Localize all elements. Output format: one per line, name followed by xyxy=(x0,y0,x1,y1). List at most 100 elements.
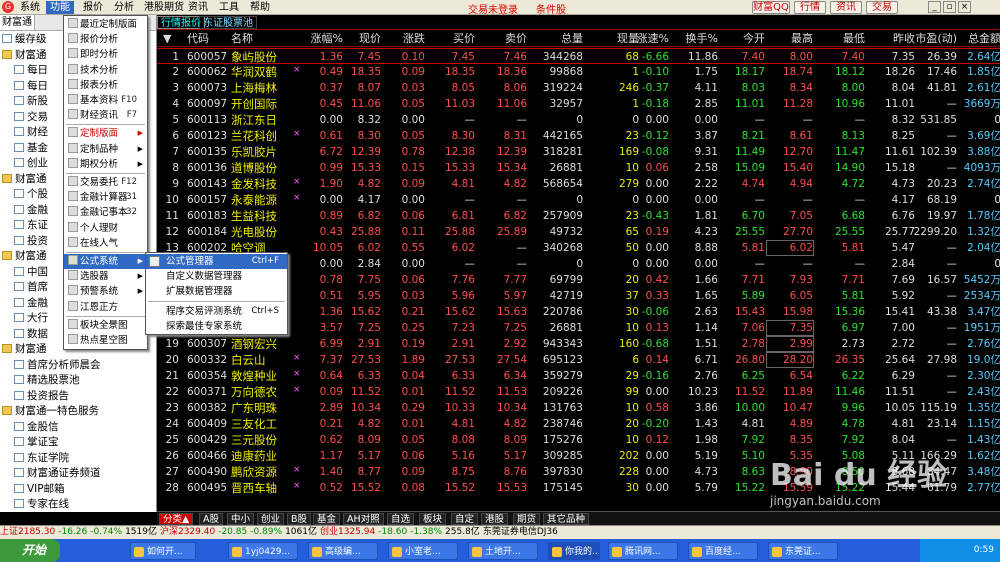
table-row[interactable]: 1 600057 象屿股份 1.36 7.45 0.10 7.45 7.46 344268 68-… xyxy=(157,48,1000,64)
close-icon[interactable]: × xyxy=(958,1,971,13)
minimize-icon[interactable]: _ xyxy=(928,1,941,13)
bottom-tab[interactable]: AH对照 xyxy=(343,513,384,525)
tree-node[interactable]: 精选股票池 xyxy=(0,373,156,389)
table-row[interactable]: 23 600382 广东明珠 2.89 10.34 0.29 10.33 10.34 13176… xyxy=(157,400,1000,416)
taskbar-item[interactable]: 高级编... xyxy=(308,542,378,560)
function-menu-item[interactable]: 交易委托 F12 xyxy=(64,175,147,190)
table-row[interactable]: 12 600184 光电股份 0.43 25.88 0.11 25.88 25.89 49732… xyxy=(157,224,1000,240)
menu-5[interactable]: 资讯 xyxy=(184,1,212,14)
tree-node[interactable]: VIP邮箱 xyxy=(0,482,156,498)
function-menu-item[interactable]: 基本资料 F10 xyxy=(64,93,147,108)
column-header[interactable]: 名称 xyxy=(231,32,291,46)
restore-icon[interactable]: ▫ xyxy=(943,1,956,13)
table-row[interactable]: 2 600062 华润双鹤 × 0.49 18.35 0.09 18.35 18.36 99868… xyxy=(157,64,1000,80)
column-header[interactable]: 涨跌 xyxy=(385,32,425,46)
bottom-tab[interactable]: 港股 xyxy=(481,513,509,525)
table-row[interactable]: 10 600157 永泰能源 × 0.00 4.17 0.00— —0 0 0.00 0.00— — —… xyxy=(157,192,1000,208)
bottom-tab[interactable]: 自选 xyxy=(387,513,415,525)
taskbar-item[interactable]: 小室老... xyxy=(388,542,458,560)
info-button[interactable]: 资讯 xyxy=(830,1,862,14)
bottom-tab[interactable]: 其它品种 xyxy=(543,513,590,525)
column-header[interactable]: 买价 xyxy=(425,32,475,46)
function-menu-item[interactable]: 在线人气 xyxy=(64,236,147,251)
function-menu-item[interactable]: 金融记事本 32 xyxy=(64,205,147,220)
condition-stock-link[interactable]: 条件股 xyxy=(536,1,566,16)
tab-stock-pool[interactable]: 东证股票池 xyxy=(199,16,257,29)
bottom-tab[interactable]: 期货 xyxy=(513,513,541,525)
menu-7[interactable]: 帮助 xyxy=(246,1,274,14)
menu-0[interactable]: 系统 xyxy=(16,1,44,14)
submenu-item[interactable]: 探索最佳专家系统 xyxy=(146,319,287,334)
function-menu-item[interactable]: 技术分析 xyxy=(64,63,147,78)
bottom-tab[interactable]: 分类▲ xyxy=(159,513,194,525)
tree-node[interactable]: 专家在线 xyxy=(0,497,156,512)
function-menu-item[interactable]: 报表分析 xyxy=(64,78,147,93)
function-menu-item[interactable]: 最近定制版面 xyxy=(64,17,147,32)
menu-4[interactable]: 港股期货 xyxy=(140,1,188,14)
function-menu-item[interactable]: 金融计算器 31 xyxy=(64,190,147,205)
column-header[interactable]: 今开 xyxy=(717,32,765,46)
function-menu-item[interactable]: 财经资讯 F7 xyxy=(64,108,147,123)
column-header-menu-icon[interactable]: ▼ xyxy=(163,32,175,46)
column-header[interactable]: 昨收 xyxy=(867,32,915,46)
submenu-item[interactable]: 扩展数据管理器 xyxy=(146,284,287,299)
function-menu-item[interactable]: 公式系统 ▶ xyxy=(64,254,147,269)
function-menu-item[interactable]: 选股器 ▶ xyxy=(64,269,147,284)
tab-quote[interactable]: 行情报价 xyxy=(157,16,205,29)
table-row[interactable]: 19 600307 酒钢宏兴 6.99 2.91 0.19 2.91 2.92 943343 16… xyxy=(157,336,1000,352)
quote-button[interactable]: 行情 xyxy=(794,1,826,14)
function-menu-item[interactable]: 板块全景图 xyxy=(64,318,147,333)
submenu-item[interactable]: 公式管理器 Ctrl+F xyxy=(146,254,287,269)
column-header[interactable]: 换手% xyxy=(674,32,718,46)
tree-node[interactable]: 财富通一特色服务 xyxy=(0,404,156,420)
menu-3[interactable]: 分析 xyxy=(110,1,138,14)
table-row[interactable]: 24 600409 三友化工 0.21 4.82 0.01 4.81 4.82 238746 20… xyxy=(157,416,1000,432)
column-header[interactable]: 最低 xyxy=(817,32,865,46)
column-header[interactable]: 总量 xyxy=(531,32,583,46)
table-row[interactable]: 4 600097 开创国际 0.45 11.06 0.05 11.03 11.06 32957 1… xyxy=(157,96,1000,112)
table-row[interactable]: 3 600073 上海梅林 0.37 8.07 0.03 8.05 8.06 319224 246… xyxy=(157,80,1000,96)
column-header[interactable]: 总金额 xyxy=(957,32,1000,46)
column-header[interactable]: 涨速% xyxy=(629,32,669,46)
function-menu-item[interactable]: 定制品种 ▶ xyxy=(64,142,147,157)
tree-node[interactable]: 掌证宝 xyxy=(0,435,156,451)
taskbar-item[interactable]: 1yj0429... xyxy=(228,542,298,560)
function-menu-item[interactable]: 定制版面 ▶ xyxy=(64,126,147,141)
bottom-tab[interactable]: 基金 xyxy=(313,513,341,525)
bottom-tab[interactable]: 创业 xyxy=(257,513,285,525)
function-menu-item[interactable]: 预警系统 ▶ xyxy=(64,284,147,299)
column-header[interactable]: 卖价 xyxy=(479,32,527,46)
table-row[interactable]: 11 600183 生益科技 0.89 6.82 0.06 6.81 6.82 257909 23… xyxy=(157,208,1000,224)
function-menu-item[interactable]: 即时分析 xyxy=(64,47,147,62)
start-button[interactable]: 开始 xyxy=(0,539,60,562)
tree-node[interactable]: 财富通证券频道 xyxy=(0,466,156,482)
column-header[interactable]: 代码 xyxy=(187,32,227,46)
bottom-tab[interactable]: 自定 xyxy=(451,513,479,525)
function-menu-item[interactable]: 报价分析 xyxy=(64,32,147,47)
bottom-tab[interactable]: 中小 xyxy=(227,513,255,525)
menu-1[interactable]: 功能 xyxy=(46,1,74,14)
table-row[interactable]: 5 600113 浙江东日 0.00 8.32 0.00— —0 0 0.00 0.00— — —8.… xyxy=(157,112,1000,128)
table-row[interactable]: 7 600135 乐凯胶片 6.72 12.39 0.78 12.38 12.39 318281… xyxy=(157,144,1000,160)
submenu-item[interactable]: 自定义数据管理器 xyxy=(146,269,287,284)
tree-node[interactable]: 投资报告 xyxy=(0,389,156,405)
column-header[interactable]: 市盈(动) xyxy=(909,32,957,46)
taskbar-item[interactable]: 腾讯网... xyxy=(608,542,678,560)
table-row[interactable]: 21 600354 敦煌种业 × 0.64 6.33 0.04 6.33 6.34 359279 2… xyxy=(157,368,1000,384)
submenu-item[interactable]: 程序交易评测系统 Ctrl+S xyxy=(146,304,287,319)
taskbar-item[interactable]: 土地开... xyxy=(468,542,538,560)
menu-6[interactable]: 工具 xyxy=(215,1,243,14)
bottom-tab[interactable]: B股 xyxy=(287,513,312,525)
table-row[interactable]: 20 600332 白云山 × 7.37 27.53 1.89 27.53 27.54 69512… xyxy=(157,352,1000,368)
tree-node[interactable]: 东证学院 xyxy=(0,451,156,467)
function-menu-item[interactable]: 个人理财 xyxy=(64,221,147,236)
sidebar-tab-caifutong[interactable]: 财富通 xyxy=(0,15,35,30)
table-row[interactable]: 8 600136 道博股份 0.99 15.33 0.15 15.33 15.34 26881 1… xyxy=(157,160,1000,176)
function-menu-item[interactable]: 热点星空图 xyxy=(64,333,147,348)
bottom-tab[interactable]: A股 xyxy=(199,513,223,525)
trade-button[interactable]: 交易 xyxy=(866,1,898,14)
taskbar-item[interactable]: 百度经... xyxy=(688,542,758,560)
tree-node[interactable]: 首席分析师晨会 xyxy=(0,358,156,374)
taskbar-item[interactable]: 你我的... xyxy=(548,542,600,560)
taskbar-item[interactable]: 如何开... xyxy=(130,542,196,560)
